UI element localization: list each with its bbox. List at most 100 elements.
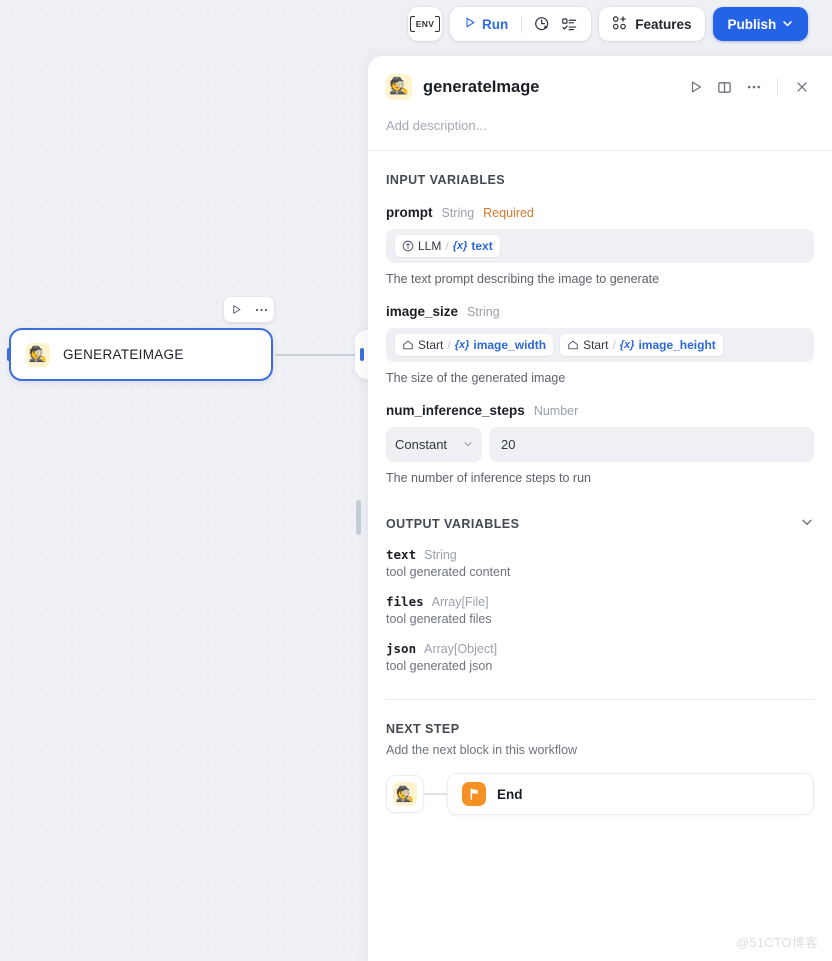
chip-var-prefix: {x}	[619, 339, 635, 351]
more-horizontal-icon[interactable]	[255, 308, 268, 312]
chip-source: Start	[583, 338, 609, 352]
split-panel-icon	[718, 81, 731, 93]
next-step-source-node[interactable]: 🕵️	[386, 775, 424, 813]
num-inference-steps-input[interactable]: 20	[489, 427, 814, 462]
workflow-canvas[interactable]: 🕵️ GENERATEIMAGE	[0, 0, 395, 961]
chip-var-prefix: {x}	[454, 339, 470, 351]
variable-required-badge: Required	[483, 206, 534, 220]
panel-action-divider	[777, 78, 778, 96]
run-button[interactable]: Run	[459, 11, 513, 37]
variable-name-line: image_size String	[386, 304, 814, 319]
features-button[interactable]: Features	[599, 7, 705, 41]
play-icon[interactable]	[231, 304, 242, 315]
variable-name: num_inference_steps	[386, 403, 525, 418]
run-label: Run	[482, 16, 509, 32]
variable-type: String	[441, 206, 475, 220]
play-icon	[691, 81, 701, 93]
clock-run-icon	[535, 16, 549, 30]
chip-separator: /	[612, 338, 616, 352]
input-variables-section: INPUT VARIABLES prompt String Required L…	[386, 151, 814, 485]
output-name: files	[386, 594, 424, 609]
output-type: Array[Object]	[424, 642, 498, 656]
chevron-down-icon	[463, 437, 473, 452]
detective-icon: 🕵️	[393, 782, 417, 806]
output-type: String	[424, 548, 457, 562]
constant-control-row: Constant 20	[386, 427, 814, 462]
chevron-down-icon[interactable]	[800, 515, 814, 532]
prompt-value-field[interactable]: LLM / {x} text	[386, 229, 814, 263]
features-label: Features	[635, 16, 692, 32]
value-mode-label: Constant	[395, 437, 448, 452]
node-detail-panel: 🕵️ generateImage Add description... INPU…	[368, 56, 832, 961]
section-label: INPUT VARIABLES	[386, 173, 506, 187]
publish-label: Publish	[727, 16, 777, 32]
env-button[interactable]: ENV	[408, 7, 442, 41]
next-step-connector	[424, 793, 447, 795]
split-panel-button[interactable]	[712, 75, 737, 100]
variable-description: The size of the generated image	[386, 371, 566, 385]
publish-button[interactable]: Publish	[712, 7, 809, 41]
close-icon[interactable]	[789, 75, 814, 100]
output-variables-section: OUTPUT VARIABLES text String tool genera…	[386, 485, 814, 673]
variable-type: String	[467, 305, 500, 319]
chip-var-name: text	[471, 239, 493, 253]
panel-actions	[683, 75, 814, 100]
node-hover-toolbar[interactable]	[224, 297, 274, 322]
output-name-line: files Array[File]	[386, 594, 814, 609]
panel-header: 🕵️ generateImage Add description...	[368, 56, 832, 150]
play-icon	[464, 16, 476, 32]
chip-separator: /	[447, 338, 451, 352]
run-node-button[interactable]	[683, 75, 708, 100]
variable-name: prompt	[386, 205, 433, 220]
output-name: text	[386, 547, 417, 562]
variable-chip-start-image-width[interactable]: Start / {x} image_width	[395, 334, 554, 356]
run-history-button[interactable]	[530, 12, 555, 37]
output-description: tool generated content	[386, 565, 511, 579]
next-step-description: Add the next block in this workflow	[386, 743, 578, 757]
variable-chip-start-image-height[interactable]: Start / {x} image_height	[560, 334, 723, 356]
top-toolbar: ENV Run Features Publish	[370, 0, 832, 48]
watermark: @51CTO博客	[736, 936, 818, 950]
chip-separator: /	[445, 239, 449, 253]
output-description: tool generated json	[386, 659, 493, 673]
variable-description: The text prompt describing the image to …	[386, 272, 660, 286]
output-name: json	[386, 641, 417, 656]
description-input[interactable]: Add description...	[386, 118, 814, 150]
workflow-node-generateimage[interactable]: 🕵️ GENERATEIMAGE	[9, 328, 273, 381]
canvas-scrollbar[interactable]	[356, 500, 361, 535]
variable-name-line: prompt String Required	[386, 205, 814, 220]
image-size-value-field[interactable]: Start / {x} image_width Start / {x} imag…	[386, 328, 814, 362]
node-output-port[interactable]	[360, 348, 364, 361]
workflow-node-label: GENERATEIMAGE	[63, 347, 184, 362]
variable-name: image_size	[386, 304, 459, 319]
variable-chip-llm-text[interactable]: LLM / {x} text	[395, 235, 500, 257]
next-step-heading: NEXT STEP	[386, 722, 814, 736]
page-title[interactable]: generateImage	[423, 78, 672, 97]
more-horizontal-icon[interactable]	[741, 75, 766, 100]
variable-name-line: num_inference_steps Number	[386, 403, 814, 418]
run-button-group: Run	[450, 7, 592, 41]
output-name-line: json Array[Object]	[386, 641, 814, 656]
value-mode-select[interactable]: Constant	[386, 427, 482, 462]
input-variable-num-inference-steps: num_inference_steps Number Constant 20 T…	[386, 403, 814, 485]
home-icon	[402, 339, 414, 351]
features-dots-icon	[612, 15, 628, 34]
output-variables-heading[interactable]: OUTPUT VARIABLES	[386, 515, 814, 532]
section-label: NEXT STEP	[386, 722, 460, 736]
panel-body: INPUT VARIABLES prompt String Required L…	[368, 151, 832, 815]
output-description: tool generated files	[386, 612, 492, 626]
app-root: 🕵️ GENERATEIMAGE ENV Run Features Publis…	[0, 0, 832, 961]
input-variable-prompt: prompt String Required LLM / {x} text Th…	[386, 205, 814, 286]
next-step-end-label: End	[497, 786, 523, 802]
llm-circle-icon	[402, 240, 414, 252]
next-step-section: NEXT STEP Add the next block in this wor…	[386, 700, 814, 815]
variable-description: The number of inference steps to run	[386, 471, 591, 485]
chip-var-name: image_width	[473, 338, 547, 352]
checklist-button[interactable]	[557, 12, 582, 37]
output-name-line: text String	[386, 547, 814, 562]
env-icon: ENV	[409, 16, 441, 32]
home-icon	[567, 339, 579, 351]
variable-type: Number	[533, 404, 579, 418]
workflow-edge	[275, 354, 362, 356]
next-step-end-block[interactable]: End	[447, 773, 814, 815]
